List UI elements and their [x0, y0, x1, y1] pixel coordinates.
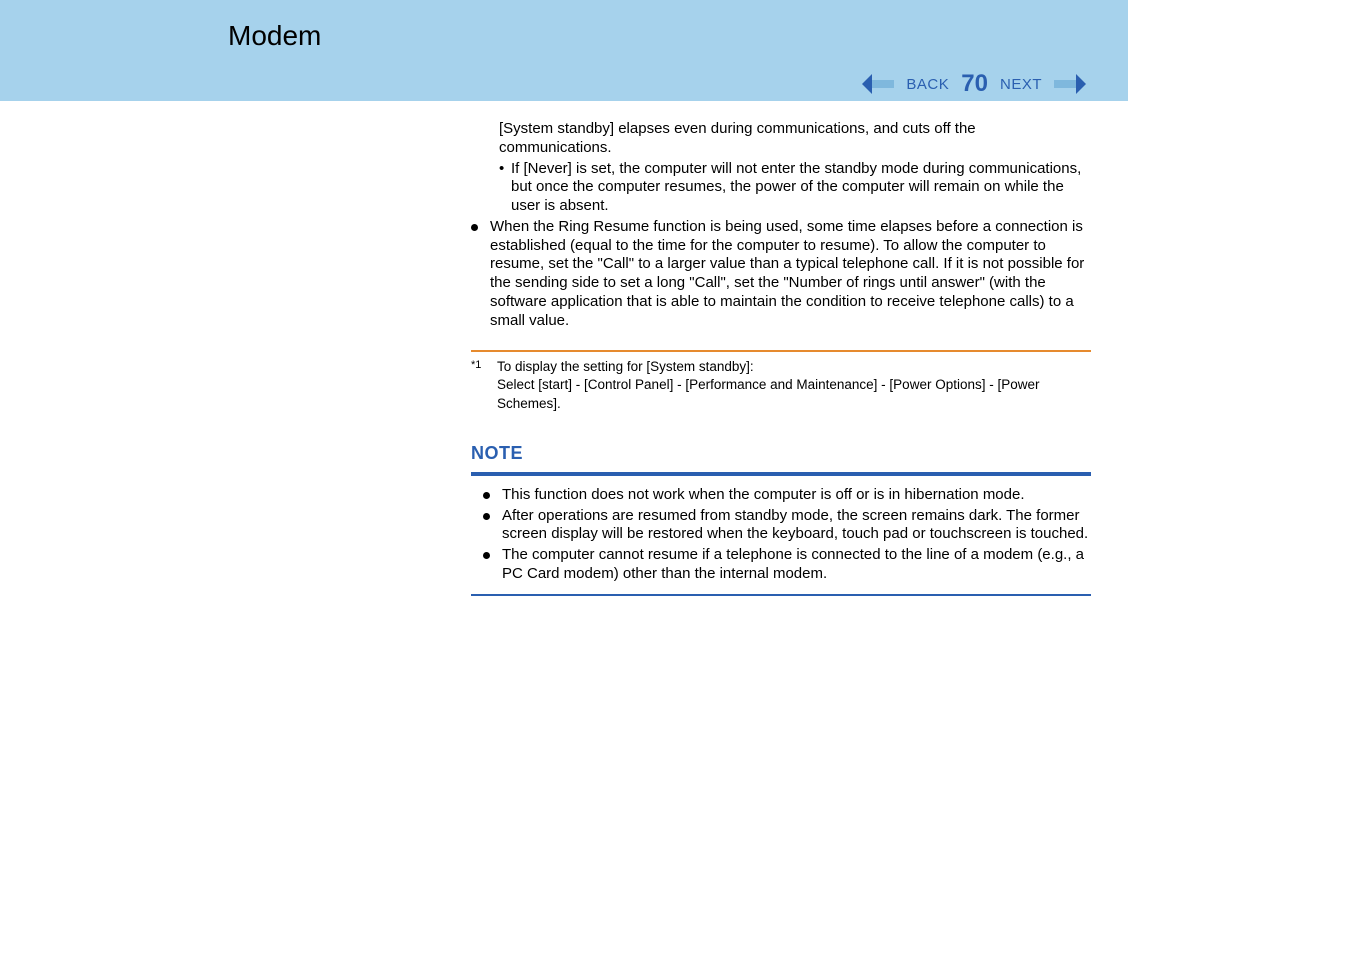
bullet-dot-icon	[483, 552, 490, 559]
note-item-text: After operations are resumed from standb…	[502, 507, 1091, 545]
document-page: Modem BACK 70 NEXT [System standby] elap…	[0, 0, 1351, 954]
nav-bar: BACK 70 NEXT	[862, 70, 1086, 98]
divider-blue-thin	[471, 594, 1091, 596]
page-title: Modem	[228, 20, 321, 52]
bullet-dot-icon	[471, 224, 478, 231]
bullet-item: When the Ring Resume function is being u…	[471, 218, 1091, 331]
sub-bullet-text: If [Never] is set, the computer will not…	[511, 160, 1081, 215]
list-item: This function does not work when the com…	[483, 486, 1091, 505]
next-link[interactable]: NEXT	[1000, 76, 1042, 93]
page-number: 70	[961, 70, 988, 98]
footnote-marker: *1	[471, 358, 497, 413]
sub-bullet: • If [Never] is set, the computer will n…	[471, 160, 1091, 216]
note-heading: NOTE	[471, 443, 1091, 464]
note-item-text: The computer cannot resume if a telephon…	[502, 546, 1091, 584]
back-link[interactable]: BACK	[906, 76, 949, 93]
bullet-dot-icon	[483, 513, 490, 520]
bullet-dot-icon	[483, 492, 490, 499]
list-item: After operations are resumed from standb…	[483, 507, 1091, 545]
back-arrow-icon[interactable]	[862, 74, 898, 94]
divider-orange	[471, 350, 1091, 352]
divider-blue-thick	[471, 472, 1091, 476]
footnote-line2: Select [start] - [Control Panel] - [Perf…	[497, 377, 1040, 410]
bullet-dash-icon: •	[499, 160, 504, 179]
next-arrow-icon[interactable]	[1050, 74, 1086, 94]
list-item: The computer cannot resume if a telephon…	[483, 546, 1091, 584]
paragraph-continuation: [System standby] elapses even during com…	[471, 120, 1091, 158]
bullet-text: When the Ring Resume function is being u…	[490, 218, 1091, 331]
content-area: [System standby] elapses even during com…	[471, 120, 1091, 604]
note-item-text: This function does not work when the com…	[502, 486, 1091, 505]
note-list: This function does not work when the com…	[471, 486, 1091, 584]
footnote: *1 To display the setting for [System st…	[471, 358, 1091, 413]
footnote-line1: To display the setting for [System stand…	[497, 359, 754, 374]
page-header: Modem BACK 70 NEXT	[0, 0, 1128, 101]
footnote-body: To display the setting for [System stand…	[497, 358, 1091, 413]
